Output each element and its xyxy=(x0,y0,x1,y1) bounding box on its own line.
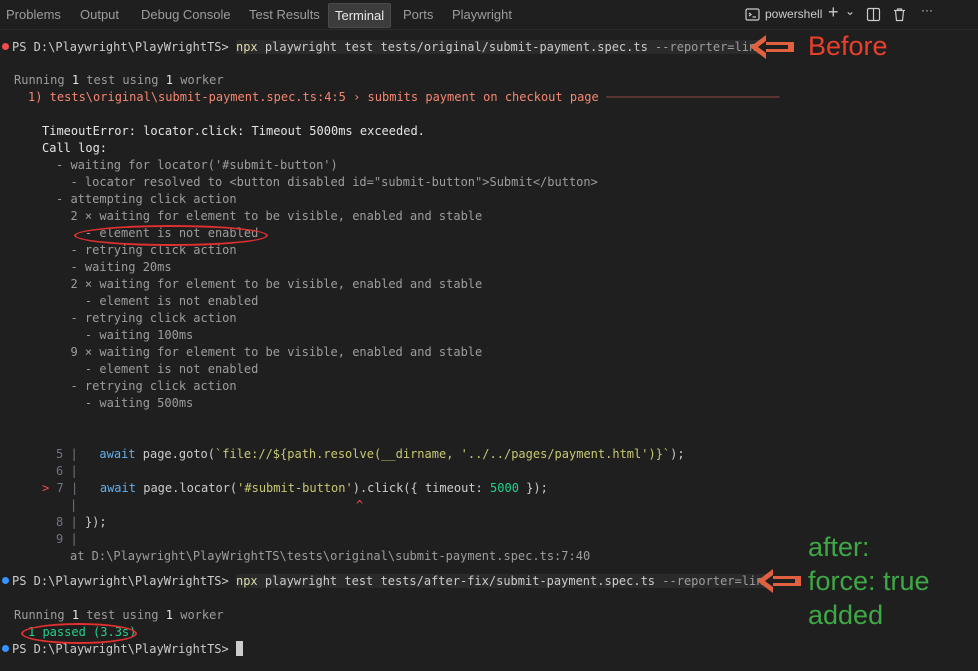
prompt-line-1: PS D:\Playwright\PlayWrightTS> npx playw… xyxy=(2,38,764,57)
tab-output[interactable]: Output xyxy=(80,7,119,22)
npx-token: npx xyxy=(235,40,258,54)
terminal-toolbar: powershell + ⌄ ··· xyxy=(745,2,978,25)
log-line: 2 × waiting for element to be visible, e… xyxy=(56,209,483,223)
running-line-1: Running 1 test using 1 worker xyxy=(14,73,224,87)
terminal-icon[interactable] xyxy=(745,7,760,25)
code-frame-line-8: 8 | }); xyxy=(56,515,107,529)
arrow-after-icon xyxy=(757,569,801,593)
chevron-down-icon[interactable]: ⌄ xyxy=(845,4,855,18)
highlight-oval-not-enabled xyxy=(74,225,268,246)
arrow-before-icon xyxy=(750,35,794,59)
log-line: - attempting click action xyxy=(56,192,237,206)
tab-playwright[interactable]: Playwright xyxy=(452,7,512,22)
prompt-dot xyxy=(2,645,9,652)
log-line: - retrying click action xyxy=(56,379,237,393)
log-line: - waiting 100ms xyxy=(56,328,194,342)
call-log-header: Call log: xyxy=(42,141,108,155)
error-caret: ^ xyxy=(356,498,364,512)
command-success-dot xyxy=(2,577,9,584)
log-line: - element is not enabled xyxy=(56,362,259,376)
new-terminal-icon[interactable]: + xyxy=(828,2,839,23)
log-line: 2 × waiting for element to be visible, e… xyxy=(56,277,483,291)
log-line: - retrying click action xyxy=(56,311,237,325)
highlight-oval-passed xyxy=(21,623,137,644)
log-line: - element is not enabled xyxy=(56,294,259,308)
tab-debug-console[interactable]: Debug Console xyxy=(141,7,231,22)
terminal-cursor xyxy=(235,641,243,656)
failure-line: 1) tests\original\submit-payment.spec.ts… xyxy=(28,90,780,104)
running-line-2: Running 1 test using 1 worker xyxy=(14,608,224,622)
prompt-line-2: PS D:\Playwright\PlayWrightTS> npx playw… xyxy=(2,572,771,591)
log-line: - waiting 500ms xyxy=(56,396,194,410)
log-line: - waiting for locator('#submit-button') xyxy=(56,158,338,172)
command-args: playwright test tests/original/submit-pa… xyxy=(264,40,648,54)
before-label: Before xyxy=(808,31,888,61)
code-frame-caret-line: | xyxy=(70,498,78,512)
code-frame-line-7: > 7 | await page.locator('#submit-button… xyxy=(42,481,548,495)
timeout-error: TimeoutError: locator.click: Timeout 500… xyxy=(42,124,425,138)
prompt-line-3: PS D:\Playwright\PlayWrightTS> xyxy=(2,641,243,658)
more-actions-icon[interactable]: ··· xyxy=(921,3,933,17)
stack-location: at D:\Playwright\PlayWrightTS\tests\orig… xyxy=(70,549,591,563)
shell-name[interactable]: powershell xyxy=(765,7,822,21)
tab-test-results[interactable]: Test Results xyxy=(249,7,320,22)
log-line: - locator resolved to <button disabled i… xyxy=(56,175,598,189)
code-frame-line-9: 9 | xyxy=(56,532,78,546)
trash-icon[interactable] xyxy=(892,7,907,25)
split-terminal-icon[interactable] xyxy=(866,7,881,25)
log-line: 9 × waiting for element to be visible, e… xyxy=(56,345,483,359)
command-1: npx playwright test tests/original/submi… xyxy=(235,40,764,54)
log-line: - waiting 20ms xyxy=(56,260,172,274)
command-failed-dot xyxy=(2,43,9,50)
code-frame-line-6: 6 | xyxy=(56,464,78,478)
code-frame-line-5: 5 | await page.goto(`file://${path.resol… xyxy=(56,447,685,461)
after-label: after: force: true added xyxy=(808,532,930,630)
panel-tab-bar: Problems Output Debug Console Test Resul… xyxy=(0,0,978,30)
tab-problems[interactable]: Problems xyxy=(6,7,61,22)
tab-ports[interactable]: Ports xyxy=(403,7,433,22)
prompt: PS D:\Playwright\PlayWrightTS> xyxy=(12,40,229,54)
tab-terminal[interactable]: Terminal xyxy=(328,3,392,28)
command-2: npx playwright test tests/after-fix/subm… xyxy=(235,574,771,588)
